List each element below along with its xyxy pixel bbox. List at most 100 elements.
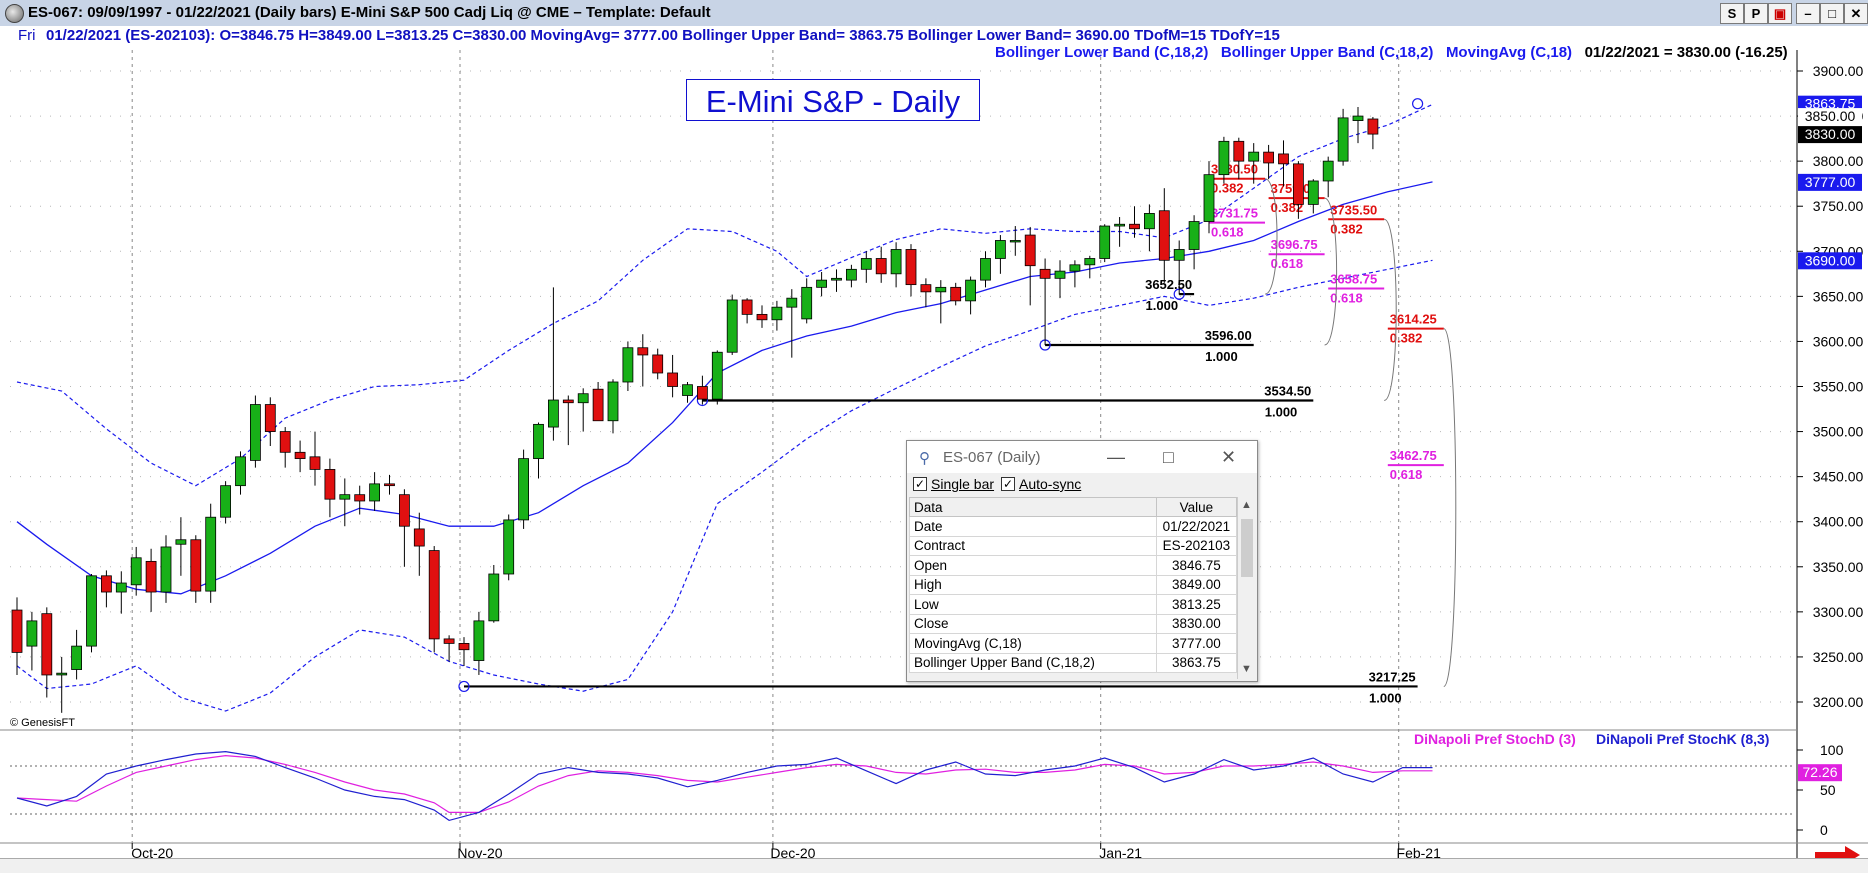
stoch-y-tick-label: 50 bbox=[1820, 782, 1836, 798]
candle-body bbox=[294, 451, 306, 460]
candle-body bbox=[831, 277, 842, 281]
candle-body bbox=[905, 249, 917, 286]
chart-title-box: E-Mini S&P - Daily bbox=[686, 79, 980, 121]
stoch-d-line bbox=[16, 754, 1433, 814]
candle-body bbox=[235, 456, 246, 487]
row-value: 3830.00 bbox=[1155, 613, 1238, 634]
price-tag-bg bbox=[1798, 95, 1862, 113]
y-tick-label: 3750.00 bbox=[1813, 198, 1864, 214]
stoch-last-tag-bg bbox=[1798, 764, 1842, 782]
table-row[interactable]: Open 3846.75 bbox=[909, 555, 1238, 576]
table-row[interactable]: Close 3830.00 bbox=[909, 613, 1238, 634]
table-row[interactable]: Low 3813.25 bbox=[909, 594, 1238, 615]
table-row[interactable]: Contract ES-202103 bbox=[909, 535, 1238, 556]
app-icon[interactable] bbox=[5, 4, 24, 23]
candle-body bbox=[860, 258, 872, 270]
candle-body bbox=[562, 399, 574, 404]
candle-body bbox=[980, 258, 991, 281]
dw-close-icon[interactable]: ✕ bbox=[1221, 447, 1236, 468]
candle-body bbox=[756, 313, 768, 321]
table-row[interactable]: High 3849.00 bbox=[909, 574, 1238, 595]
candle-body bbox=[890, 249, 902, 275]
candle-body bbox=[220, 485, 232, 518]
table-row[interactable]: MovingAvg (C,18) 3777.00 bbox=[909, 633, 1238, 654]
fib-price-label: 3759.00 bbox=[1271, 181, 1318, 196]
stoch-legend-k: DiNapoli Pref StochK (8,3) bbox=[1596, 731, 1769, 747]
y-tick-label: 3650.00 bbox=[1813, 288, 1864, 304]
y-tick-label: 3400.00 bbox=[1813, 514, 1864, 530]
dw-maximize-icon[interactable]: □ bbox=[1163, 447, 1174, 468]
dw-minimize-icon[interactable]: — bbox=[1107, 447, 1125, 468]
auto-sync-label[interactable]: Auto-sync bbox=[1019, 476, 1081, 492]
row-value: 3846.75 bbox=[1155, 555, 1238, 576]
fib-ratio-label: 0.618 bbox=[1271, 256, 1304, 271]
stoch-last-tag-label: 72.26 bbox=[1802, 764, 1837, 780]
candle-body bbox=[1278, 153, 1289, 165]
column-header-value[interactable]: Value bbox=[1155, 497, 1238, 517]
candle-body bbox=[1158, 210, 1170, 261]
fib-ratio-label: 0.382 bbox=[1211, 181, 1244, 196]
single-bar-label[interactable]: Single bar bbox=[931, 476, 994, 492]
candle-body bbox=[1188, 221, 1200, 250]
candle-body bbox=[443, 638, 455, 644]
maximize-button[interactable]: □ bbox=[1820, 3, 1844, 24]
candle-body bbox=[1218, 140, 1230, 176]
legend-last: 01/22/2021 = 3830.00 (-16.25) bbox=[1584, 44, 1788, 61]
candle-body bbox=[950, 286, 962, 302]
data-window-scrollbar[interactable]: ▲ ▼ bbox=[1237, 497, 1256, 679]
data-window-toolbar: ✓ Single bar ✓ Auto-sync bbox=[907, 473, 1257, 495]
row-value: 3849.00 bbox=[1155, 574, 1238, 595]
s-button[interactable]: S bbox=[1720, 3, 1744, 24]
row-value: ES-202103 bbox=[1155, 535, 1238, 556]
candle-body bbox=[1337, 117, 1349, 162]
swing-low-marker bbox=[1039, 339, 1051, 351]
y-tick-label: 3700.00 bbox=[1813, 243, 1864, 259]
candle-body bbox=[1144, 213, 1155, 230]
scroll-thumb[interactable] bbox=[1241, 519, 1253, 577]
legend-ma: MovingAvg (C,18) bbox=[1445, 44, 1573, 61]
price-chart[interactable]: 3900.00 3850.00 3800.00 3750.00 3700.00 3650.… bbox=[0, 0, 1868, 872]
data-window[interactable]: ⚲ ES-067 (Daily) — □ ✕ ✓ Single bar ✓ Au… bbox=[906, 440, 1258, 682]
candle-body bbox=[711, 351, 723, 400]
scroll-down-icon[interactable]: ▼ bbox=[1241, 663, 1252, 675]
fib-ratio-label: 0.618 bbox=[1330, 290, 1363, 305]
row-value: 3813.25 bbox=[1155, 594, 1238, 615]
candle-body bbox=[1203, 174, 1215, 222]
fib-price-label: 3658.75 bbox=[1330, 271, 1377, 286]
single-bar-checkbox[interactable]: ✓ bbox=[913, 477, 927, 491]
fib-price-label: 3614.25 bbox=[1390, 312, 1437, 327]
candle-body bbox=[965, 279, 976, 302]
link-icon[interactable]: ▣ bbox=[1768, 3, 1792, 24]
data-window-icon: ⚲ bbox=[919, 450, 930, 467]
scroll-up-icon[interactable]: ▲ bbox=[1241, 499, 1252, 511]
y-tick-label: 3550.00 bbox=[1813, 379, 1864, 395]
close-button[interactable]: ✕ bbox=[1844, 3, 1868, 24]
fib-price-label: 3735.50 bbox=[1330, 202, 1377, 217]
table-row[interactable]: Date 01/22/2021 bbox=[909, 516, 1238, 537]
candle-body bbox=[1173, 249, 1185, 261]
row-key: Close bbox=[909, 613, 1157, 634]
minimize-button[interactable]: – bbox=[1796, 3, 1820, 24]
price-tag-label: 3850.00 bbox=[1805, 108, 1856, 124]
p-button[interactable]: P bbox=[1744, 3, 1768, 24]
table-row[interactable]: Bollinger Upper Band (C,18,2) 3863.75 bbox=[909, 652, 1238, 673]
fib-bracket bbox=[1443, 328, 1457, 687]
y-tick-label: 3350.00 bbox=[1813, 559, 1864, 575]
legend-bb-upper: Bollinger Upper Band (C,18,2) bbox=[1220, 44, 1434, 61]
candle-body bbox=[130, 557, 142, 586]
price-tag-bg bbox=[1798, 108, 1862, 126]
bollinger-upper-band bbox=[16, 103, 1433, 487]
horizontal-scrollbar[interactable] bbox=[0, 858, 1868, 873]
auto-sync-checkbox[interactable]: ✓ bbox=[1001, 477, 1015, 491]
row-key: Contract bbox=[909, 535, 1157, 556]
fib-price-label: 3462.75 bbox=[1390, 448, 1437, 463]
candle-body bbox=[249, 404, 261, 461]
y-tick-label: 3450.00 bbox=[1813, 469, 1864, 485]
fib-ratio-label: 0.382 bbox=[1330, 221, 1363, 236]
candle-body bbox=[145, 560, 157, 593]
candle-body bbox=[771, 306, 783, 321]
column-header-data[interactable]: Data bbox=[909, 497, 1157, 517]
data-window-titlebar[interactable]: ⚲ ES-067 (Daily) — □ ✕ bbox=[907, 441, 1257, 473]
stoch-y-tick-label: 0 bbox=[1820, 822, 1828, 838]
swing-low-ratio-label: 1.000 bbox=[1146, 298, 1179, 313]
